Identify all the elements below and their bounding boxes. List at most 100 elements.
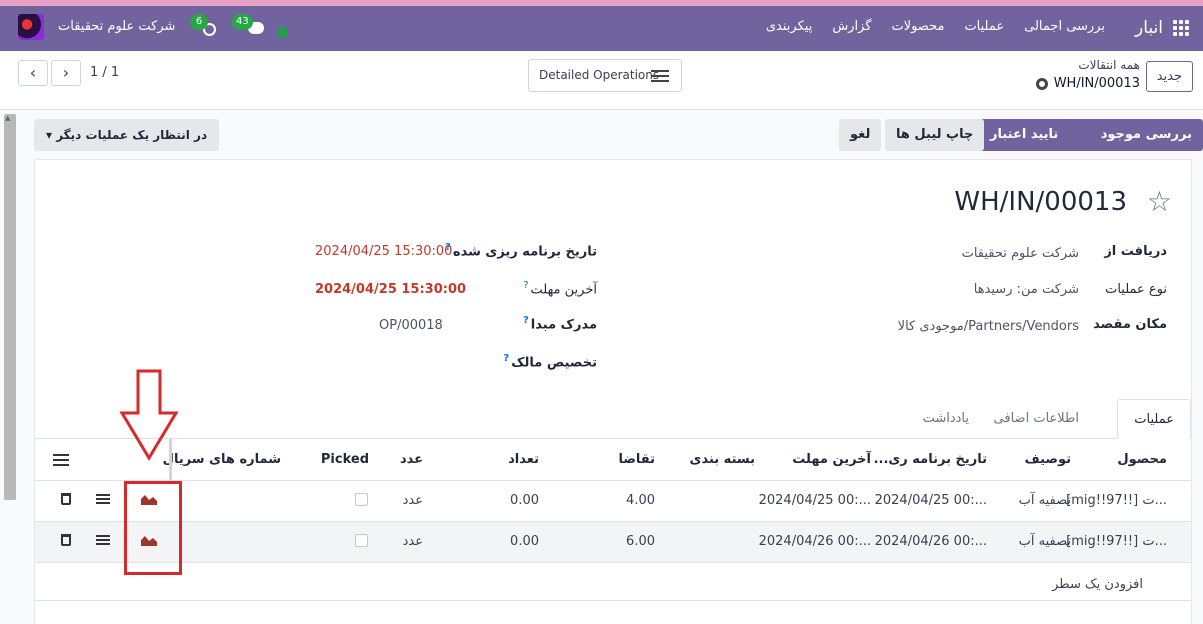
company-switcher[interactable]: شرکت علوم تحقیقات <box>58 19 175 34</box>
breadcrumb-current-label: WH/IN/00013 <box>1053 76 1140 91</box>
cell-uom[interactable]: عدد <box>403 534 423 549</box>
help-icon[interactable]: ? <box>503 353 509 364</box>
menu-item-overview[interactable]: بررسی اجمالی <box>1024 19 1105 34</box>
destination-location-label: مکان مقصد <box>1093 317 1167 332</box>
notebook-tabs: عملیات اطلاعات اضافی یادداشت <box>35 399 1191 439</box>
breadcrumb-current: WH/IN/00013 <box>1035 76 1140 91</box>
scroll-up-arrow-icon[interactable]: ▲ <box>5 114 10 122</box>
add-line-link[interactable]: افزودن یک سطر <box>1052 577 1143 592</box>
menu-item-configuration[interactable]: پیکربندی <box>766 19 812 34</box>
caret-down-icon: ▾ <box>46 128 53 142</box>
optional-columns-sliders-icon[interactable] <box>53 454 69 466</box>
delete-trash-icon[interactable] <box>61 534 71 546</box>
column-header-product[interactable]: محصول <box>1117 452 1167 467</box>
breadcrumb-parent-link[interactable]: همه انتقالات <box>1036 58 1140 72</box>
pager-value[interactable]: 1 / 1 <box>90 65 119 80</box>
source-document-value[interactable]: OP/00018 <box>379 318 443 333</box>
cell-product[interactable]: [mig!!97!!] ت... <box>1066 493 1167 508</box>
cell-deadline[interactable]: 2024/04/25 00:... <box>759 493 871 508</box>
gear-icon[interactable] <box>1035 77 1048 90</box>
user-avatar[interactable] <box>18 14 44 40</box>
cell-description[interactable]: تصفیه آب <box>1019 493 1071 508</box>
receive-from-label: دریافت از <box>1104 244 1167 259</box>
table-row[interactable]: [mig!!97!!] ت... تصفیه آب 2024/04/26 00:… <box>35 522 1191 563</box>
cell-demand[interactable]: 6.00 <box>626 534 655 549</box>
source-document-label: مدرک مبدا? <box>523 315 597 332</box>
details-list-icon[interactable] <box>96 535 110 545</box>
picked-checkbox[interactable] <box>355 534 368 547</box>
column-header-package[interactable]: بسته بندی <box>690 452 755 467</box>
scheduled-date-label-text: تاریخ برنامه ریزی شده <box>452 244 597 260</box>
control-panel: جدید همه انتقالات WH/IN/00013 Detailed O… <box>0 51 1203 110</box>
deadline-label-text: آخرین مهلت <box>530 282 598 298</box>
delete-trash-icon[interactable] <box>61 493 71 505</box>
menu-item-operations[interactable]: عملیات <box>964 19 1004 34</box>
column-header-demand[interactable]: تقاضا <box>618 452 655 467</box>
cell-scheduled-date[interactable]: 2024/04/26 00:... <box>875 534 987 549</box>
cell-product[interactable]: [mig!!97!!] ت... <box>1066 534 1167 549</box>
column-header-uom[interactable]: عدد <box>400 452 423 467</box>
activity-count-badge: 6 <box>190 14 208 30</box>
waiting-status-dropdown[interactable]: در انتظار یک عملیات دیگر ▾ <box>34 119 220 151</box>
column-header-description[interactable]: توصیف <box>1025 452 1071 467</box>
detailed-operations-button[interactable]: Detailed Operations <box>528 59 682 92</box>
cell-description[interactable]: تصفیه آب <box>1019 534 1071 549</box>
scheduled-date-value[interactable]: 2024/04/25 15:30:00 <box>315 244 452 259</box>
new-button[interactable]: جدید <box>1145 61 1193 92</box>
table-row[interactable]: [mig!!97!!] ت... تصفیه آب 2024/04/25 00:… <box>35 481 1191 522</box>
check-availability-button[interactable]: بررسی موجود بودن <box>1064 119 1203 174</box>
cell-deadline[interactable]: 2024/04/26 00:... <box>759 534 871 549</box>
scheduled-date-label: تاریخ برنامه ریزی شده? <box>445 242 597 259</box>
operation-type-value[interactable]: شرکت من: رسیدها <box>974 282 1079 297</box>
cell-demand[interactable]: 4.00 <box>626 493 655 508</box>
tab-operations[interactable]: عملیات <box>1117 399 1191 439</box>
pager-previous-button[interactable]: ‹ <box>18 60 48 86</box>
breadcrumb: همه انتقالات WH/IN/00013 <box>1035 58 1140 91</box>
tab-additional-info[interactable]: اطلاعات اضافی <box>978 399 1095 439</box>
operation-type-label: نوع عملیات <box>1105 282 1167 297</box>
cell-scheduled-date[interactable]: 2024/04/25 00:... <box>875 493 987 508</box>
column-header-serial-numbers[interactable]: شماره های سریال <box>163 452 281 467</box>
star-icon[interactable]: ☆ <box>1147 185 1172 218</box>
message-count-badge: 43 <box>232 14 253 30</box>
cancel-button[interactable]: لغو <box>839 119 882 151</box>
help-icon[interactable]: ? <box>523 280 528 291</box>
column-header-deadline[interactable]: آخرین مهلت <box>792 452 871 467</box>
column-header-picked[interactable]: Picked <box>321 452 369 467</box>
cell-quantity[interactable]: 0.00 <box>510 534 539 549</box>
details-list-icon[interactable] <box>96 494 110 504</box>
table-header: محصول توصیف تاریخ برنامه ری... آخرین مهل… <box>35 439 1191 481</box>
hamburger-icon <box>651 70 669 82</box>
app-title[interactable]: انبار <box>1135 18 1163 38</box>
deadline-value[interactable]: 2024/04/25 15:30:00 <box>315 282 466 297</box>
annotation-arrow-icon <box>119 369 179 461</box>
page-scrollbar[interactable] <box>4 114 16 500</box>
cell-quantity[interactable]: 0.00 <box>510 493 539 508</box>
form-sheet: ☆ WH/IN/00013 دریافت از شرکت علوم تحقیقا… <box>34 159 1192 624</box>
assign-owner-label-text: تخصیص مالک <box>511 355 597 371</box>
print-labels-button[interactable]: چاپ لیبل ها <box>885 119 985 151</box>
validate-button[interactable]: تایید اعتبار <box>979 119 1070 151</box>
app-menu-grid-icon[interactable] <box>1173 20 1189 36</box>
main-menu: بررسی اجمالی عملیات محصولات گزارش پیکربن… <box>766 19 1105 34</box>
top-navbar: انبار بررسی اجمالی عملیات محصولات گزارش … <box>0 0 1203 51</box>
waiting-status-label: در انتظار یک عملیات دیگر <box>56 128 208 142</box>
assign-owner-label: تخصیص مالک? <box>503 353 597 370</box>
menu-item-products[interactable]: محصولات <box>891 19 944 34</box>
picked-checkbox[interactable] <box>355 493 368 506</box>
menu-item-reporting[interactable]: گزارش <box>832 19 871 34</box>
tab-note[interactable]: یادداشت <box>907 399 985 439</box>
column-header-scheduled-date[interactable]: تاریخ برنامه ری... <box>874 452 987 467</box>
cell-uom[interactable]: عدد <box>403 493 423 508</box>
column-header-quantity[interactable]: تعداد <box>508 452 539 467</box>
deadline-label: آخرین مهلت? <box>523 280 597 297</box>
annotation-highlight-box <box>124 481 182 575</box>
detailed-operations-label: Detailed Operations <box>539 68 660 82</box>
source-document-label-text: مدرک مبدا <box>530 317 597 333</box>
receive-from-value[interactable]: شرکت علوم تحقیقات <box>962 246 1079 261</box>
destination-location-value[interactable]: Partners/Vendors/موجودی کالا <box>898 319 1079 334</box>
pager-next-button[interactable]: › <box>51 60 81 86</box>
record-title: WH/IN/00013 <box>954 187 1127 217</box>
help-icon[interactable]: ? <box>523 315 529 326</box>
online-status-dot <box>277 27 288 38</box>
